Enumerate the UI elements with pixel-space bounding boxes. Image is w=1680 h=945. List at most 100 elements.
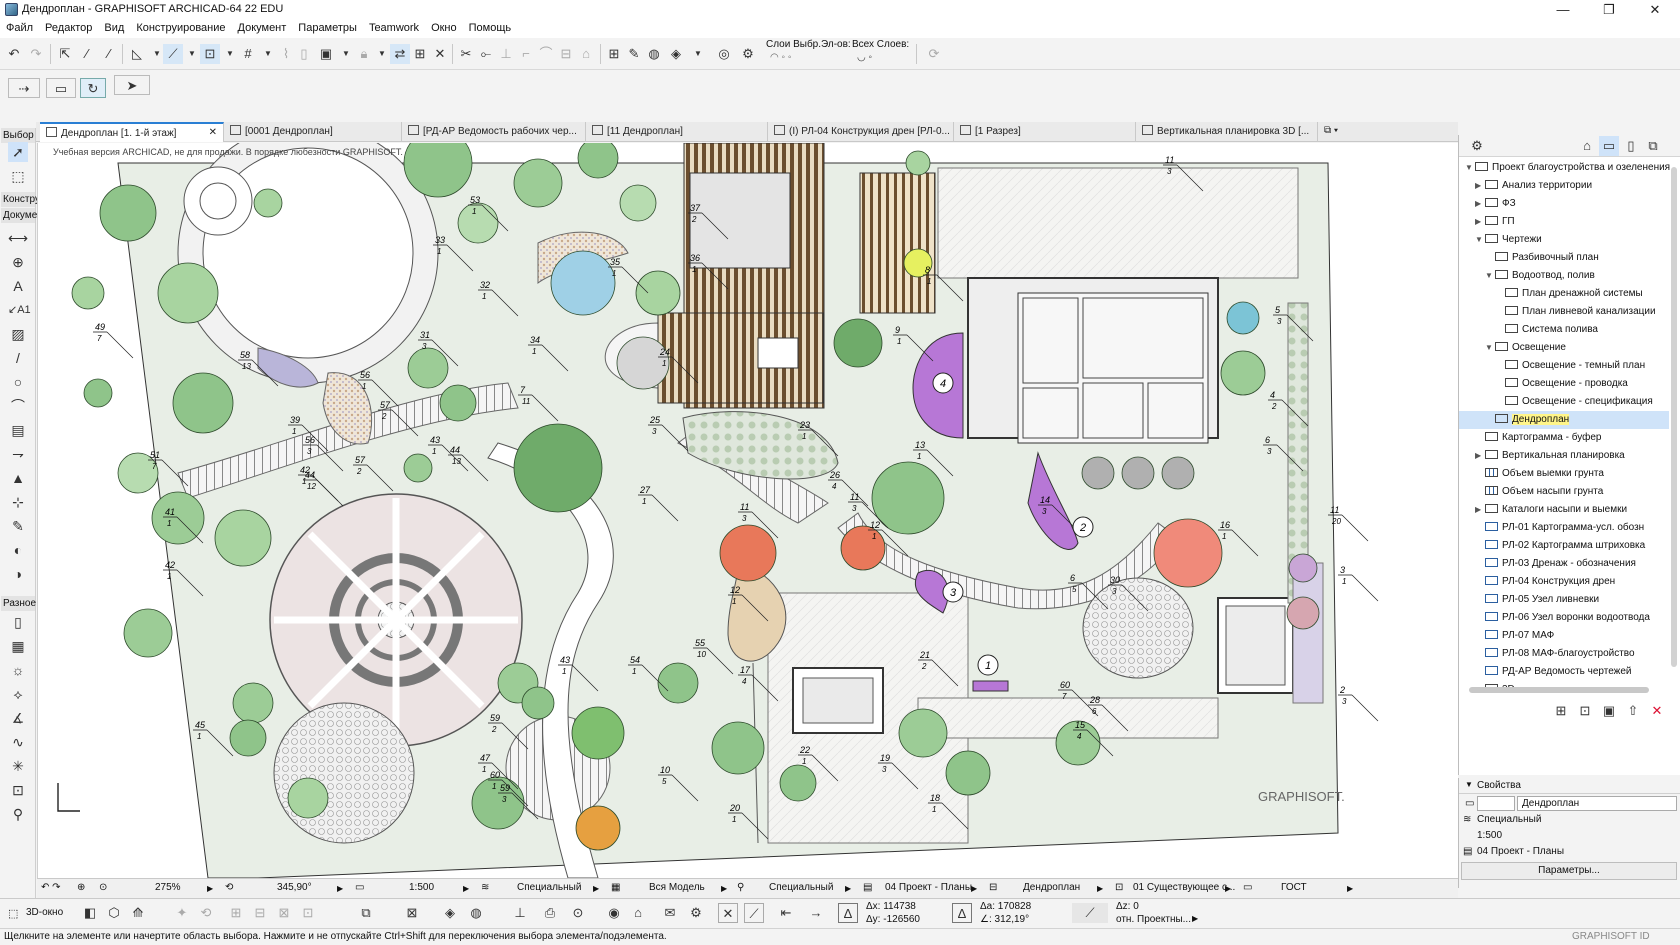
pick-up-parameters-icon[interactable]: ⇱: [55, 44, 75, 64]
zoom-fit-icon[interactable]: ⊙: [99, 882, 107, 893]
view-value[interactable]: Дендроплан: [1023, 882, 1080, 893]
collapse-arrow-icon[interactable]: ▼: [1465, 780, 1473, 789]
model-view-value[interactable]: Вся Модель: [649, 882, 705, 893]
expand-arrow-icon[interactable]: ▶: [1475, 177, 1485, 195]
menu-options[interactable]: Параметры: [292, 20, 363, 34]
split-icon[interactable]: ⟜: [476, 44, 496, 64]
model-dropdown-icon[interactable]: ▶: [721, 884, 727, 893]
navigator-item[interactable]: РД-АР Ведомость чертежей: [1459, 663, 1669, 681]
worksheet-tool-icon[interactable]: ✎: [8, 516, 28, 536]
navigator-item[interactable]: Дендроплан: [1459, 411, 1669, 429]
building-icon[interactable]: ⌂: [628, 903, 648, 923]
floor-icon[interactable]: ⧉: [356, 903, 376, 923]
camera-icon[interactable]: ⊙: [568, 903, 588, 923]
label-tool-icon[interactable]: ↙A1: [8, 300, 31, 320]
hide-icon[interactable]: ⊟: [250, 903, 270, 923]
navigator-item[interactable]: РЛ-08 МАФ-благоустройство: [1459, 645, 1669, 663]
collapse-arrow-icon[interactable]: ▼: [1485, 267, 1495, 285]
intersect-icon[interactable]: ⌐: [516, 44, 536, 64]
navigator-item[interactable]: План ливневой канализации: [1459, 303, 1669, 321]
layers-value[interactable]: 04 Проект - Планы: [885, 882, 972, 893]
zoom-value[interactable]: 275%: [155, 882, 181, 893]
close-window-button[interactable]: ✕: [1632, 0, 1678, 20]
navigator-item[interactable]: ▶ Анализ территории: [1459, 177, 1669, 195]
navigator-item[interactable]: РЛ-02 Картограмма штриховка: [1459, 537, 1669, 555]
minimize-button[interactable]: —: [1540, 0, 1586, 20]
dropdown-arrow-icon[interactable]: ▼: [336, 44, 356, 64]
3d-view-icon[interactable]: ◧: [80, 903, 100, 923]
tab-section-1[interactable]: [1 Разрез]: [954, 122, 1136, 142]
menu-window[interactable]: Окно: [425, 20, 463, 34]
zoom-dropdown-icon[interactable]: ▶: [207, 884, 213, 893]
lamp-tool-icon[interactable]: ☼: [8, 660, 28, 680]
new-view-icon[interactable]: ⊞: [1551, 701, 1571, 721]
text-tool-icon[interactable]: A: [8, 276, 28, 296]
navigator-item[interactable]: ▼ Освещение: [1459, 339, 1669, 357]
tab-overflow-menu[interactable]: ⧉ ▾: [1318, 122, 1356, 142]
navigator-item[interactable]: РЛ-01 Картограмма-усл. обозн: [1459, 519, 1669, 537]
cancel-input-icon[interactable]: ✕: [718, 903, 738, 923]
hotspot-tool-icon[interactable]: ⟡: [8, 684, 28, 704]
tab-11-dendroplan[interactable]: [11 Дендроплан]: [586, 122, 768, 142]
snap-points-icon[interactable]: ⊡: [200, 44, 220, 64]
fill-tool-icon[interactable]: ▨: [8, 324, 28, 344]
detail-tool-icon[interactable]: ⊹: [8, 492, 28, 512]
mesh-tool-icon[interactable]: ▦: [8, 636, 28, 656]
explode-icon[interactable]: ✕: [430, 44, 450, 64]
trace-reference-icon[interactable]: ⇄: [390, 44, 410, 64]
undo-icon[interactable]: ↶: [4, 44, 24, 64]
circle-tool-icon[interactable]: ○: [8, 372, 28, 392]
fillet-icon[interactable]: ⌒: [536, 44, 556, 64]
navigator-item[interactable]: РЛ-07 МАФ: [1459, 627, 1669, 645]
tab-rd-ar-list[interactable]: [РД-АР Ведомость рабочих чер...: [402, 122, 586, 142]
reference-dropdown-icon[interactable]: ▶: [1192, 914, 1198, 923]
delete-view-icon[interactable]: ✕: [1647, 701, 1667, 721]
marquee-icon[interactable]: ▯: [294, 44, 314, 64]
level-dimension-icon[interactable]: ⊕: [8, 252, 28, 272]
navigator-item[interactable]: ▼ Водоотвод, полив: [1459, 267, 1669, 285]
eyedropper-icon[interactable]: ⁄: [77, 44, 97, 64]
lock-icon[interactable]: 🔒︎: [354, 44, 374, 64]
orbit-icon[interactable]: ⟲: [196, 903, 216, 923]
print-icon[interactable]: ⎙: [540, 903, 560, 923]
new-folder-icon[interactable]: ▣: [1599, 701, 1619, 721]
drawing-tool-icon[interactable]: ▤: [8, 420, 28, 440]
navigator-item[interactable]: ▶ Вертикальная планировка: [1459, 447, 1669, 465]
maximize-button[interactable]: ❐: [1586, 0, 1632, 20]
show-dimensions-icon[interactable]: ⊞: [410, 44, 430, 64]
layer-set-value[interactable]: 04 Проект - Планы: [1477, 846, 1564, 857]
navigator-item[interactable]: ▶ Каталоги насыпи и выемки: [1459, 501, 1669, 519]
camera-tool-icon[interactable]: ⚲: [8, 804, 28, 824]
graphisoft-id-link[interactable]: GRAPHISOFT ID: [1572, 931, 1650, 942]
pen-set-value[interactable]: Специальный: [517, 882, 581, 893]
expand-arrow-icon[interactable]: ▶: [1475, 447, 1485, 465]
dropdown-arrow-icon[interactable]: ▼: [182, 44, 202, 64]
tab-0001-dendroplan[interactable]: [0001 Дендроплан]: [224, 122, 402, 142]
curtain-wall-icon[interactable]: ▯: [8, 612, 28, 632]
solid-ops-icon[interactable]: ◍: [644, 44, 664, 64]
layout-book-icon[interactable]: ▯: [1621, 136, 1641, 156]
navigator-item[interactable]: Система полива: [1459, 321, 1669, 339]
collapse-arrow-icon[interactable]: ▼: [1475, 231, 1485, 249]
grid-snap-icon[interactable]: #: [238, 44, 258, 64]
align-icon[interactable]: ⊞: [604, 44, 624, 64]
dropdown-arrow-icon[interactable]: ▼: [688, 44, 708, 64]
tab-vertical-planning-3d[interactable]: Вертикальная планировка 3D [...: [1136, 122, 1318, 142]
zoom-in-icon[interactable]: ⊕: [77, 882, 85, 893]
menu-document[interactable]: Документ: [232, 20, 293, 34]
floor-plan-canvas[interactable]: 53 1 33 1 37 2 36 1 35 1 32 1 49 7 31 3 34 1 58 13 56 1 57 2 39 1…: [37, 143, 1458, 878]
renovation-dropdown-icon[interactable]: ▶: [1225, 884, 1231, 893]
navigator-hscrollbar[interactable]: [1459, 685, 1669, 695]
selection-mode-icon[interactable]: ▭: [46, 78, 76, 98]
navigator-item[interactable]: План дренажной системы: [1459, 285, 1669, 303]
marquee-tool-icon[interactable]: ⬚: [8, 166, 28, 186]
change-tool-icon[interactable]: ◐: [8, 540, 28, 560]
expand-arrow-icon[interactable]: ▶: [1475, 195, 1485, 213]
navigator-item[interactable]: ▼ Чертежи: [1459, 231, 1669, 249]
redo-icon[interactable]: ↷: [26, 44, 46, 64]
view-dropdown-icon[interactable]: ▶: [1097, 884, 1103, 893]
navigator-item[interactable]: Объем выемки грунта: [1459, 465, 1669, 483]
modify-icon[interactable]: ✎: [624, 44, 644, 64]
roof-icon[interactable]: ⌂: [576, 44, 596, 64]
menu-teamwork[interactable]: Teamwork: [363, 20, 425, 34]
